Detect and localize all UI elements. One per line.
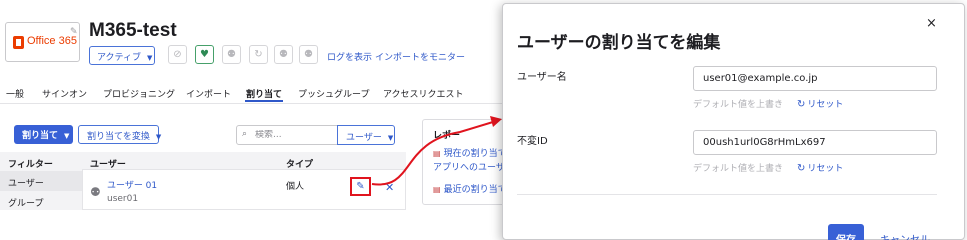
app-logo[interactable]: Office 365 ✎ [5,22,80,62]
tab-access-requests[interactable]: アクセスリクエスト [383,87,464,100]
modal-title: ユーザーの割り当てを編集 [517,33,721,52]
column-header-user: ユーザー [90,160,126,170]
reset-icon: ↻ [797,99,806,110]
search-input[interactable] [255,130,335,140]
chevron-down-icon: ▼ [147,54,153,62]
tab-provisioning[interactable]: プロビジョニング [103,87,175,100]
assign-label: 割り当て [22,131,59,141]
immutable-id-reset-link[interactable]: ↻ リセット [797,161,843,174]
table-header [82,152,406,170]
immutable-id-field[interactable] [693,130,937,155]
tab-assignments[interactable]: 割り当て [246,87,282,100]
immutable-id-label: 不変ID [517,136,548,147]
user-add-icon[interactable]: ⚉ [274,45,293,64]
user-icon[interactable]: ⚉ [222,45,241,64]
save-button[interactable]: 保存 [828,224,864,240]
annotation-arrow [371,116,502,186]
reset-label: リセット [807,100,844,110]
user-x-icon[interactable]: ⊘ [168,45,187,64]
person-icon: ⚉ [90,185,101,199]
heart-icon[interactable]: ♥ [195,45,214,64]
chevron-down-icon: ▼ [155,133,162,141]
column-header-type: タイプ [286,160,314,170]
filter-header: フィルター [8,160,53,170]
status-dropdown[interactable]: アクティブ ▼ [89,46,155,65]
active-tab-indicator [245,100,283,102]
convert-assignments-button[interactable]: 割り当てを変換 ▼ [78,125,162,144]
search-icon: ⌕ [242,129,248,139]
chevron-down-icon: ▼ [64,132,70,140]
app-title: M365-test [89,20,177,41]
tab-push-groups[interactable]: プッシュグループ [298,87,369,100]
username-reset-link[interactable]: ↻ リセット [797,97,843,110]
tab-sign-on[interactable]: サインオン [42,87,87,100]
assign-button[interactable]: 割り当て ▼ [14,125,73,144]
filter-item-users[interactable]: ユーザー [0,171,82,191]
cancel-button[interactable]: キャンセル [880,231,930,240]
modal-divider [517,194,937,195]
override-hint: デフォルト値を上書き [693,100,784,110]
monitor-imports-link[interactable]: インポートをモニター [375,50,465,63]
status-label: アクティブ [97,53,142,63]
tab-import[interactable]: インポート [186,87,231,100]
username-label: ユーザー名 [517,72,567,83]
filter-label: ユーザー [8,179,44,189]
view-logs-link[interactable]: ログを表示 [327,50,372,63]
user-name-link[interactable]: ユーザー 01 [107,178,157,191]
pencil-icon[interactable]: ✎ [70,27,78,37]
reset-label: リセット [807,164,844,174]
tab-general[interactable]: 一般 [6,87,24,100]
tab-divider [0,103,510,104]
convert-label: 割り当てを変換 [87,132,150,142]
refresh-icon[interactable]: ↻ [249,45,268,64]
search-box: ⌕ [236,125,338,145]
username-field[interactable] [693,66,937,91]
office-logo-icon [13,36,24,49]
close-icon[interactable]: × [926,16,937,31]
user-type: 個人 [286,182,305,192]
reset-icon: ↻ [797,163,806,174]
filter-item-groups[interactable]: グループ [8,196,43,209]
user-username: user01 [107,194,139,204]
user-remove-icon[interactable]: ⚉ [299,45,318,64]
override-hint: デフォルト値を上書き [693,164,784,174]
